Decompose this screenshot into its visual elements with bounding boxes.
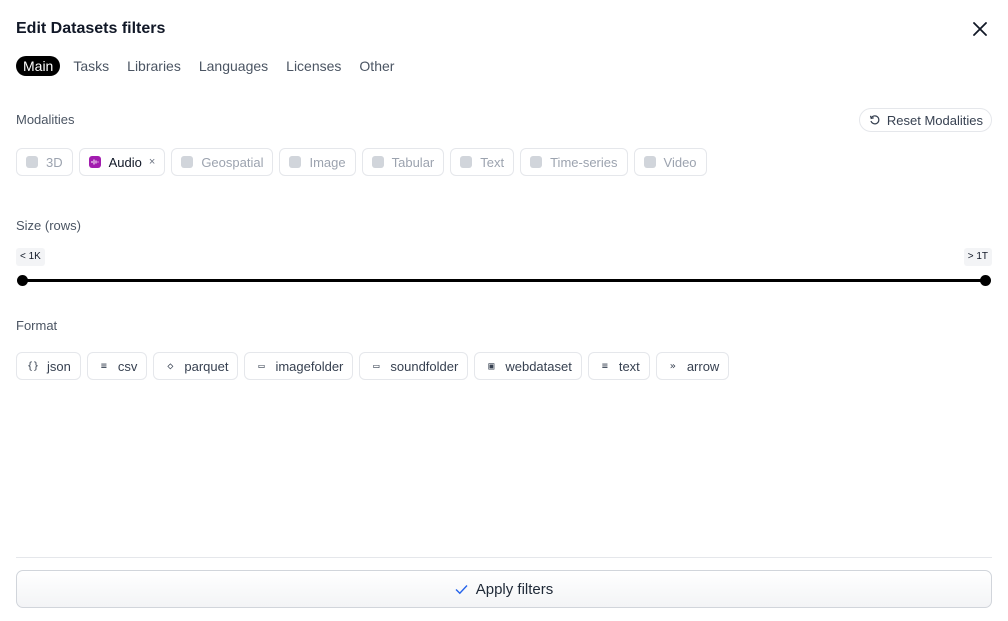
csv-icon: ≡ xyxy=(100,360,107,372)
close-button[interactable] xyxy=(970,19,990,39)
modality-label: Time-series xyxy=(550,154,618,170)
cube-icon xyxy=(26,156,38,168)
format-chip-webdataset[interactable]: ▣ webdataset xyxy=(474,352,582,380)
modality-label: Text xyxy=(480,154,505,170)
size-slider-max-handle[interactable] xyxy=(980,275,991,286)
modality-label: 3D xyxy=(46,154,63,170)
reset-icon xyxy=(869,115,880,125)
modality-label: Video xyxy=(663,154,697,170)
remove-icon[interactable]: × xyxy=(149,156,155,168)
modality-chip-image[interactable]: Image xyxy=(279,148,356,176)
parquet-icon: ◇ xyxy=(167,360,174,372)
tab-languages[interactable]: Languages xyxy=(192,56,275,76)
size-slider-min-handle[interactable] xyxy=(17,275,28,286)
image-icon xyxy=(289,156,302,168)
modality-chip-3d[interactable]: 3D xyxy=(16,148,73,176)
audio-wave-icon xyxy=(88,156,101,168)
chart-icon xyxy=(530,156,543,168)
format-list: {} json ≡ csv ◇ parquet ▭ imagefolder ▭ … xyxy=(16,352,730,380)
format-label-text: soundfolder xyxy=(390,358,459,374)
format-chip-csv[interactable]: ≡ csv xyxy=(86,352,148,380)
text-lines-icon: ≡ xyxy=(601,360,608,372)
modalities-label: Modalities xyxy=(16,112,75,127)
close-icon xyxy=(973,22,987,36)
format-label-text: csv xyxy=(117,358,138,374)
reset-modalities-button[interactable]: Reset Modalities xyxy=(858,108,992,132)
text-icon xyxy=(460,156,473,168)
dialog-header: Edit Datasets filters xyxy=(16,17,992,41)
modality-chip-text[interactable]: Text xyxy=(450,148,515,176)
apply-filters-button[interactable]: Apply filters xyxy=(16,570,992,608)
format-chip-arrow[interactable]: » arrow xyxy=(655,352,730,380)
modality-label: Tabular xyxy=(391,154,435,170)
footer-divider xyxy=(16,557,992,558)
folder-icon: ▭ xyxy=(258,360,265,372)
modality-chip-geospatial[interactable]: Geospatial xyxy=(171,148,274,176)
modalities-list: 3D Audio × Geospatial Image Tabular Text… xyxy=(16,148,707,176)
arrow-icon: » xyxy=(669,360,676,372)
tab-licenses[interactable]: Licenses xyxy=(279,56,348,76)
format-chip-json[interactable]: {} json xyxy=(16,352,81,380)
webdataset-icon: ▣ xyxy=(488,360,495,372)
format-label-text: text xyxy=(618,358,640,374)
table-icon xyxy=(371,156,384,168)
format-label-text: parquet xyxy=(184,358,229,374)
tab-libraries[interactable]: Libraries xyxy=(120,56,188,76)
modality-chip-tabular[interactable]: Tabular xyxy=(361,148,445,176)
format-label-text: webdataset xyxy=(505,358,572,374)
modality-chip-time-series[interactable]: Time-series xyxy=(520,148,628,176)
tab-tasks[interactable]: Tasks xyxy=(66,56,116,76)
folder-icon: ▭ xyxy=(373,360,380,372)
format-chip-imagefolder[interactable]: ▭ imagefolder xyxy=(244,352,354,380)
apply-filters-label: Apply filters xyxy=(475,580,554,598)
modality-label: Audio xyxy=(108,154,142,170)
format-label: Format xyxy=(16,318,58,333)
dialog-title: Edit Datasets filters xyxy=(16,20,166,37)
check-icon xyxy=(455,584,468,594)
format-chip-text[interactable]: ≡ text xyxy=(587,352,650,380)
size-slider-track[interactable] xyxy=(22,279,986,282)
format-label-text: imagefolder xyxy=(275,358,344,374)
tab-main[interactable]: Main xyxy=(16,56,61,76)
modality-label: Image xyxy=(309,154,346,170)
format-label-text: arrow xyxy=(686,358,720,374)
size-max-label: > 1T xyxy=(963,248,992,266)
modality-chip-audio[interactable]: Audio × xyxy=(78,148,166,176)
json-icon: {} xyxy=(26,360,40,372)
tab-other[interactable]: Other xyxy=(352,56,401,76)
video-icon xyxy=(643,156,656,168)
format-chip-parquet[interactable]: ◇ parquet xyxy=(153,352,239,380)
modality-chip-video[interactable]: Video xyxy=(633,148,707,176)
filter-tabs: Main Tasks Libraries Languages Licenses … xyxy=(16,56,401,76)
format-label-text: json xyxy=(47,358,71,374)
modality-label: Geospatial xyxy=(201,154,264,170)
format-chip-soundfolder[interactable]: ▭ soundfolder xyxy=(359,352,469,380)
geospatial-icon xyxy=(181,156,194,168)
size-label: Size (rows) xyxy=(16,218,82,233)
size-min-label: < 1K xyxy=(16,248,45,266)
reset-modalities-label: Reset Modalities xyxy=(886,112,983,128)
